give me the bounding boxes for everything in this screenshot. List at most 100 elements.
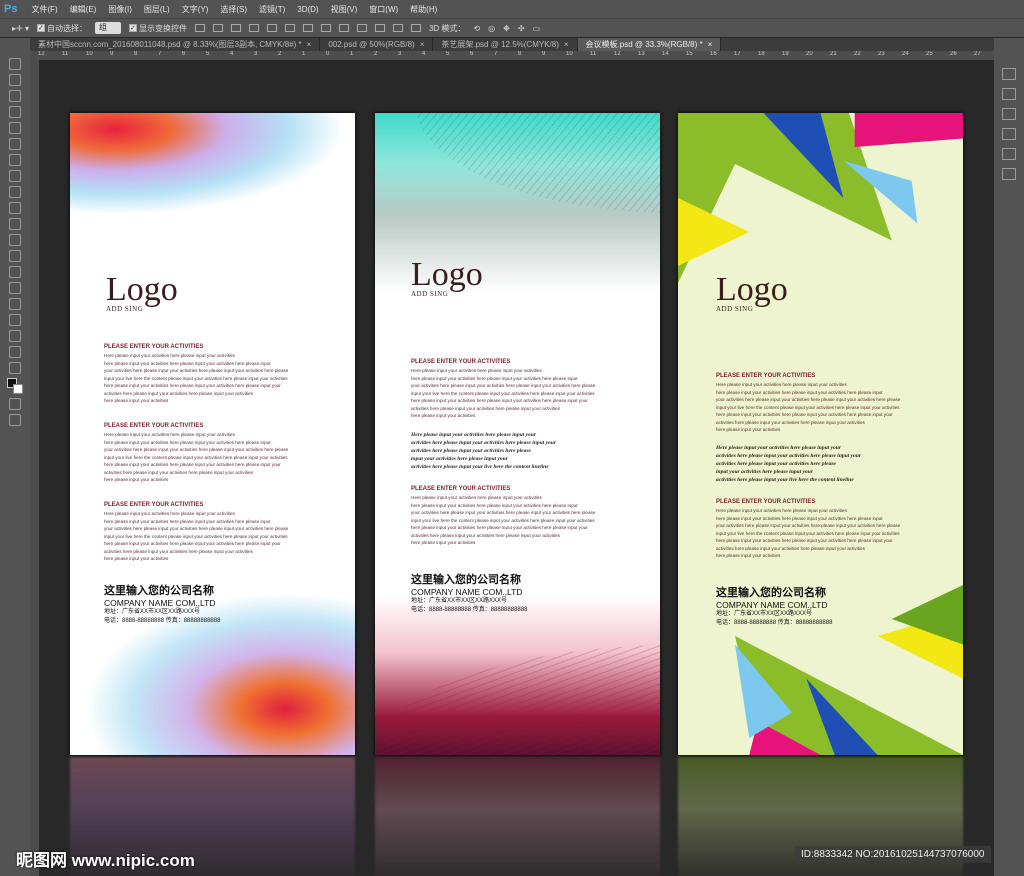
auto-align-icon[interactable] xyxy=(410,24,421,32)
activity-line: Here please input your activities here p… xyxy=(716,382,847,387)
ruler-tick-label: 15 xyxy=(686,51,693,57)
ruler-tick-label: 13 xyxy=(638,51,645,57)
3d-rotate-icon[interactable]: ⟲ xyxy=(473,24,480,33)
tab-document-2[interactable]: 002.psd @ 50%(RGB/8) × xyxy=(320,38,434,51)
close-icon[interactable]: × xyxy=(708,40,713,49)
align-top-icon[interactable] xyxy=(194,24,205,32)
banner-2-reflection xyxy=(375,757,660,876)
vertical-ruler xyxy=(30,60,39,876)
blur-tool-icon[interactable] xyxy=(9,250,21,262)
align-right-icon[interactable] xyxy=(284,24,295,32)
activity-line: here please input your activities here p… xyxy=(411,502,578,508)
ruler-tick-label: 12 xyxy=(614,51,621,57)
activity-line: here please input your activities here p… xyxy=(104,541,281,546)
canvas-area[interactable]: Logo ADD SING PLEASE ENTER YOUR ACTIVITIE… xyxy=(39,60,994,876)
auto-select-dropdown[interactable]: 组 xyxy=(94,22,121,34)
tab-document-4[interactable]: 会议模板.psd @ 33.3%(RGB/8) * × xyxy=(577,38,722,51)
eraser-tool-icon[interactable] xyxy=(9,218,21,230)
ruler-tick-label: 25 xyxy=(926,51,933,57)
close-icon[interactable]: × xyxy=(564,40,569,49)
show-transform-checkbox[interactable]: ✓ 显示变换控件 xyxy=(128,23,187,34)
path-select-tool-icon[interactable] xyxy=(9,314,21,326)
activity-line: here please input your activities xyxy=(104,477,169,482)
pen-tool-icon[interactable] xyxy=(9,282,21,294)
quick-mask-icon[interactable] xyxy=(9,398,21,410)
menu-view[interactable]: 视图(V) xyxy=(325,4,364,15)
menu-layer[interactable]: 图层(L) xyxy=(138,4,176,15)
menu-image[interactable]: 图像(I) xyxy=(102,4,138,15)
company-name-cn: 这里输入您的公司名称 xyxy=(104,585,214,597)
healing-tool-icon[interactable] xyxy=(9,154,21,166)
distribute-middle-icon[interactable] xyxy=(320,24,331,32)
menu-type[interactable]: 文字(Y) xyxy=(176,4,215,15)
3d-pan-icon[interactable]: ✥ xyxy=(503,24,510,33)
ruler-tick-label: 27 xyxy=(974,51,981,57)
auto-select-checkbox[interactable]: ✓ 自动选择： xyxy=(36,23,87,34)
distribute-top-icon[interactable] xyxy=(302,24,313,32)
ruler-tick-label: 5 xyxy=(206,51,210,57)
stamp-tool-icon[interactable] xyxy=(9,186,21,198)
crop-tool-icon[interactable] xyxy=(9,122,21,134)
history-panel-icon[interactable] xyxy=(1002,68,1016,80)
company-info: 这里输入您的公司名称 COMPANY NAME COM.,LTD 地址：广东省XX市… xyxy=(411,571,527,615)
activity-line: Here please input your activities here p… xyxy=(104,353,235,358)
menu-3d[interactable]: 3D(D) xyxy=(291,5,324,14)
move-tool-icon[interactable] xyxy=(9,58,21,70)
gradient-tool-icon[interactable] xyxy=(9,234,21,246)
type-tool-icon[interactable] xyxy=(9,298,21,310)
dodge-tool-icon[interactable] xyxy=(9,266,21,278)
brush-panel-icon[interactable] xyxy=(1002,88,1016,100)
3d-mode-label: 3D 模式： xyxy=(428,23,466,33)
clone-source-panel-icon[interactable] xyxy=(1002,108,1016,120)
distribute-left-icon[interactable] xyxy=(356,24,367,32)
ruler-tick-label: 19 xyxy=(782,51,789,57)
eyedropper-tool-icon[interactable] xyxy=(9,138,21,150)
nipic-watermark: 昵图网 www.nipic.com xyxy=(16,851,195,870)
align-middle-icon[interactable] xyxy=(212,24,223,32)
align-left-icon[interactable] xyxy=(248,24,259,32)
banner-2: Logo ADD SING PLEASE ENTER YOUR ACTIVITIE… xyxy=(375,113,660,755)
marquee-tool-icon[interactable] xyxy=(9,74,21,86)
distribute-right-icon[interactable] xyxy=(392,24,403,32)
close-icon[interactable]: × xyxy=(420,40,425,49)
activity-line: here please input your activities here p… xyxy=(411,525,588,530)
distribute-center-icon[interactable] xyxy=(374,24,385,32)
align-center-icon[interactable] xyxy=(266,24,277,32)
move-tool-icon[interactable]: ▸✛ ▾ xyxy=(12,24,29,33)
lasso-tool-icon[interactable] xyxy=(9,90,21,102)
distribute-bottom-icon[interactable] xyxy=(338,24,349,32)
hand-tool-icon[interactable] xyxy=(9,346,21,358)
swirl-top-decoration xyxy=(70,113,340,213)
paragraph-panel-icon[interactable] xyxy=(1002,148,1016,160)
ruler-tick-label: 8 xyxy=(518,51,522,57)
history-brush-tool-icon[interactable] xyxy=(9,202,21,214)
menu-select[interactable]: 选择(S) xyxy=(214,4,253,15)
3d-roll-icon[interactable]: ◎ xyxy=(488,24,495,33)
activity-line: input your live here the content please … xyxy=(716,404,900,410)
brush-tool-icon[interactable] xyxy=(9,170,21,182)
3d-slide-icon[interactable]: ✣ xyxy=(518,24,525,33)
screen-mode-icon[interactable] xyxy=(9,414,21,426)
tab-document-1[interactable]: 素材中国sccnn.com_201608011048.psd @ 8.33%(图… xyxy=(30,38,321,51)
tab-label: 会议模板.psd @ 33.3%(RGB/8) * xyxy=(585,40,703,49)
zoom-tool-icon[interactable] xyxy=(9,362,21,374)
menu-edit[interactable]: 编辑(E) xyxy=(64,4,103,15)
3d-panel-icon[interactable] xyxy=(1002,168,1016,180)
character-panel-icon[interactable] xyxy=(1002,128,1016,140)
section-heading: PLEASE ENTER YOUR ACTIVITIES xyxy=(104,502,204,508)
color-swatches[interactable] xyxy=(7,378,23,394)
menu-filter[interactable]: 滤镜(T) xyxy=(253,4,291,15)
shape-tool-icon[interactable] xyxy=(9,330,21,342)
close-icon[interactable]: × xyxy=(307,40,312,49)
menu-window[interactable]: 窗口(W) xyxy=(363,4,404,15)
align-bottom-icon[interactable] xyxy=(230,24,241,32)
menu-file[interactable]: 文件(F) xyxy=(25,4,63,15)
menu-help[interactable]: 帮助(H) xyxy=(404,4,443,15)
ruler-tick-label: 1 xyxy=(350,51,354,57)
3d-scale-icon[interactable]: ▭ xyxy=(533,24,541,33)
quick-select-tool-icon[interactable] xyxy=(9,106,21,118)
ruler-tick-label: 16 xyxy=(710,51,717,57)
tab-document-3[interactable]: 茶艺展架.psd @ 12.5%(CMYK/8) × xyxy=(433,38,578,51)
activity-line: here please input your activities xyxy=(716,553,781,558)
activity-line: activities here please input your activi… xyxy=(716,545,865,551)
